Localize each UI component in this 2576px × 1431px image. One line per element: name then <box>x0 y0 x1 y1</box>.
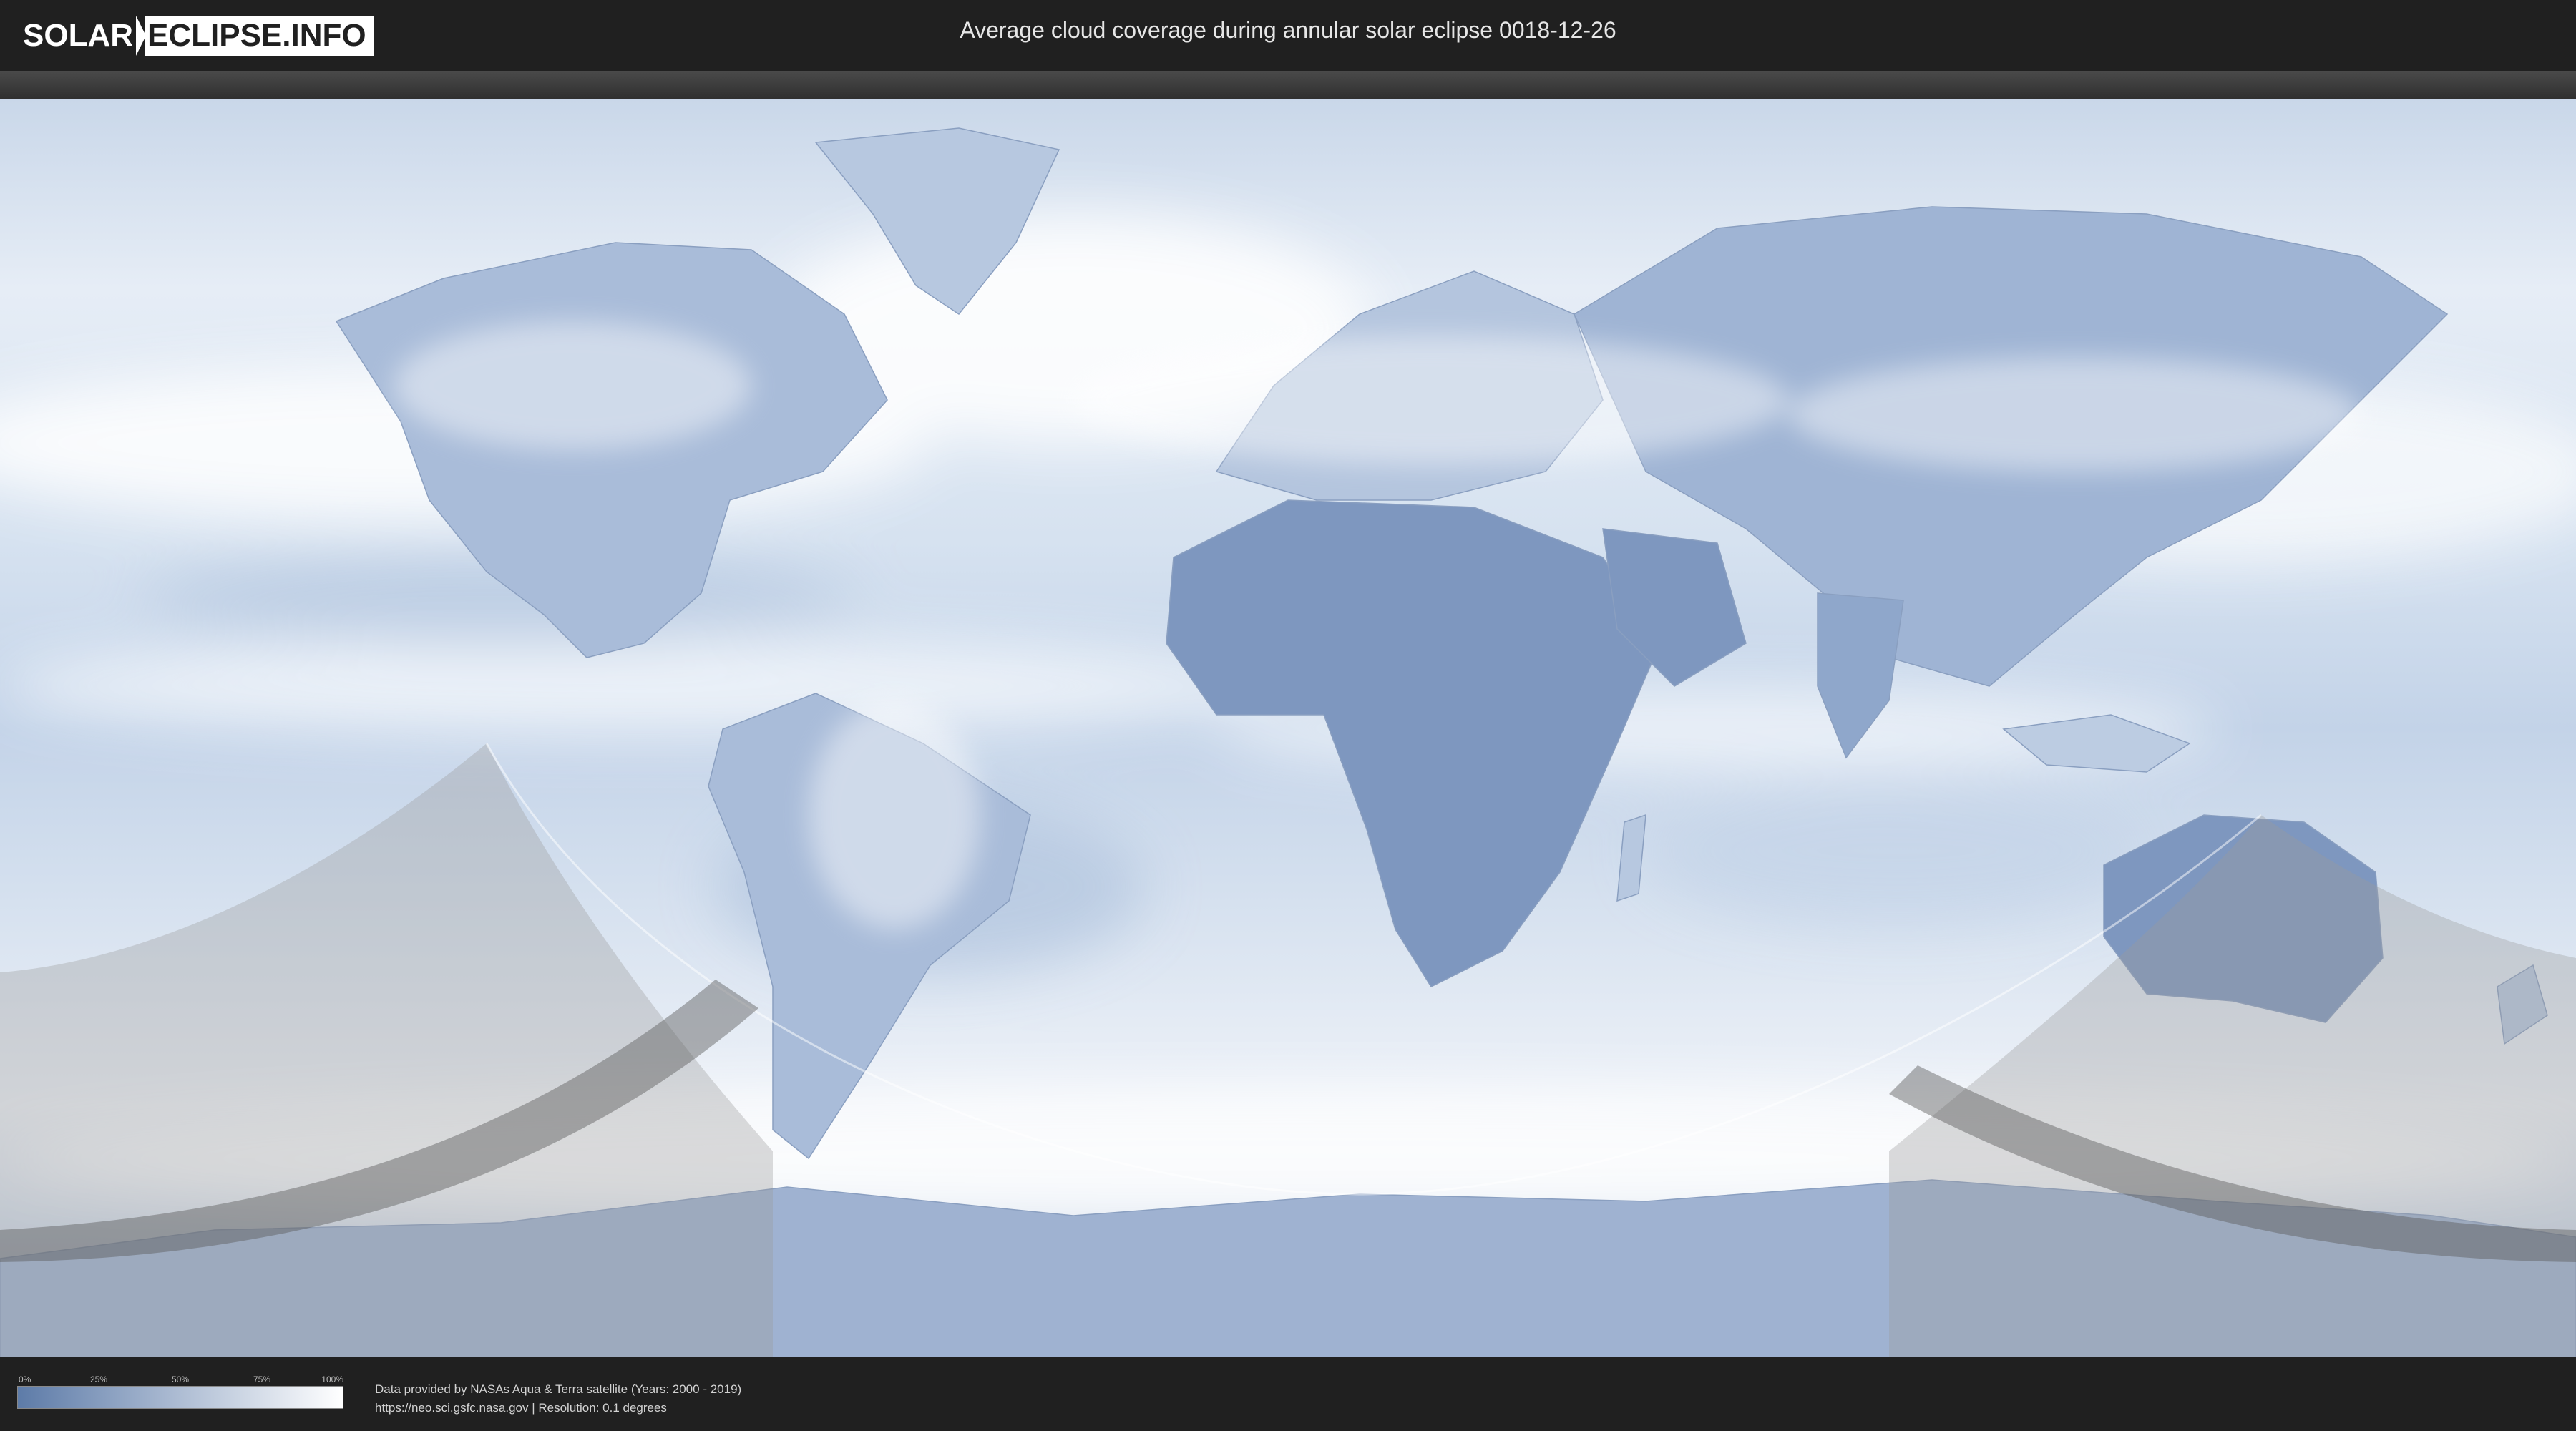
legend-tick-0: 0% <box>19 1374 31 1384</box>
page-title: Average cloud coverage during annular so… <box>960 17 1616 43</box>
legend-ticks: 0% 25% 50% 75% 100% <box>17 1374 343 1386</box>
legend-color-bar <box>17 1386 343 1409</box>
legend-tick-25: 25% <box>89 1374 108 1384</box>
credits-line-source: Data provided by NASAs Aqua & Terra sate… <box>375 1382 742 1396</box>
map-svg <box>0 99 2576 1357</box>
footer-bar: 0% 25% 50% 75% 100% Data provided by NAS… <box>0 1357 2576 1431</box>
credits-line-url: https://neo.sci.gsfc.nasa.gov | Resoluti… <box>375 1401 667 1415</box>
header-bar: SOLAR ECLIPSE.INFO Average cloud coverag… <box>0 0 2576 71</box>
data-credits: Data provided by NASAs Aqua & Terra sate… <box>375 1380 741 1417</box>
header-divider <box>0 71 2576 99</box>
legend-tick-50: 50% <box>171 1374 190 1384</box>
legend-tick-100: 100% <box>321 1374 343 1384</box>
cloud-coverage-legend: 0% 25% 50% 75% 100% <box>17 1374 343 1409</box>
legend-tick-75: 75% <box>253 1374 271 1384</box>
cloud-coverage-map <box>0 99 2576 1357</box>
